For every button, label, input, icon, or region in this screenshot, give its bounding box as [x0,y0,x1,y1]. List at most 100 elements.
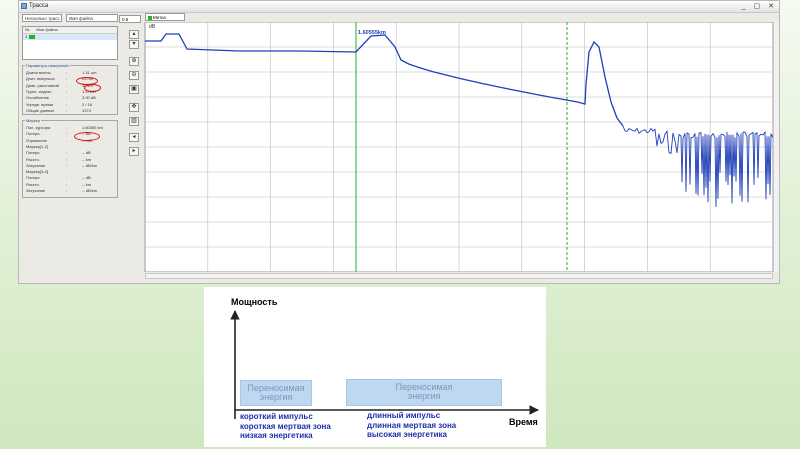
param-row: Диап. расстояний:10 km [26,83,115,89]
param-separator: : [66,101,68,107]
zoom-fit-icon[interactable]: ▣ [129,85,139,94]
horizontal-scrollbar[interactable] [145,273,773,279]
marker-separator: : [66,188,68,193]
param-row: Длит. импульса:25 nm [26,76,115,82]
marker-separator: : [66,162,68,168]
marker-value: -- dB [82,150,91,156]
long-line-2: длинная мертвая зона [367,420,457,430]
param-key: Длит. импульса [26,76,55,82]
short-line-2: короткая мертвая зона [240,421,331,431]
otdr-plot[interactable]: dB 1.60555km [139,22,775,272]
cursor-distance-label: 1.60555km [358,30,386,36]
param-row: Групп. индекс:1.47187 [26,89,115,95]
param-separator: : [66,76,68,82]
col-file-name: Имя файла [36,27,58,32]
marker-key: Отражение [26,137,47,143]
marker-key: Затухание [26,162,46,168]
zoom-out-icon[interactable]: ⊖ [129,71,139,80]
window-controls[interactable]: _ ▢ ✕ [742,2,777,11]
marker-key: Потери [26,131,40,137]
y-axis-label: Мощность [231,297,278,307]
marker-key: Рассто. [26,181,40,187]
window-titlebar: Трасса _ ▢ ✕ [19,1,779,13]
tool-icon[interactable]: ▥ [129,117,139,126]
marker-row: Потери: -- dB [26,150,115,156]
x-axis-label: Время [509,417,538,427]
marker-key: Маркер[3-4] [26,169,49,175]
y-unit-label: dB [149,24,156,30]
marker-row: Потери: -- dB [26,175,115,181]
left-panel: Несколько трасс Имя файла № Имя файла 1 … [22,13,118,281]
marker-row: Рассто.: -- km [26,182,115,188]
long-pulse-caption: длинный импульс длинная мертвая зона выс… [367,411,456,440]
window-title: Трасса [29,3,49,9]
trace-list-header: № Имя файла [23,27,117,34]
param-row: Ослабление: 3.00 dB [26,95,115,101]
short-pulse-caption: короткий импульс короткая мертвая зона н… [240,412,331,441]
file-name-select[interactable]: Имя файла [66,14,118,22]
trace-tab-swatch [148,15,152,20]
marker-value: -- dB/km [82,162,98,168]
marker-key: Потери [26,175,40,181]
marker-group: Маркер Пол. курсора:1.60555 km Потери: -- … [22,118,118,198]
marker-separator: : [66,181,68,187]
trace-tab[interactable]: Метка [145,13,185,21]
marker-separator: : [66,131,68,137]
long-pulse-energy-box: Переносимая энергия [346,379,502,406]
marker-separator: : [66,125,68,130]
param-key: Ослабление [26,95,50,101]
marker-row: Маркер[1-2] [26,144,115,150]
marker-row: Отражение: --- dB [26,138,115,144]
trace-color-swatch [29,34,36,39]
col-number: № [25,27,30,32]
marker-value: -- km [82,181,92,187]
marker-key: Рассто. [26,156,40,162]
app-icon [21,3,27,9]
marker-row: Рассто.: -- km [26,157,115,163]
trace-mode-select[interactable]: Несколько трасс [22,14,62,22]
marker-title: Маркер [25,118,42,123]
nav-arrow-down-icon[interactable]: ▾ [129,40,139,49]
trace-list-row[interactable]: 1 [23,34,117,40]
param-row: Длина волны: 1.31 um [26,70,115,76]
highlight-circle-pulse [84,84,101,92]
trace-list[interactable]: № Имя файла 1 [22,26,118,60]
param-separator: : [66,88,68,94]
short-pulse-energy-label: Переносимая энергия [247,383,305,402]
otdr-window: Трасса _ ▢ ✕ Несколько трасс Имя файла №… [18,0,780,284]
marker-key: Потери [26,150,40,156]
param-value: 2 / 16 [82,101,93,107]
pulse-energy-diagram: Мощность Время Переносимая энергия Перен… [204,287,546,447]
short-line-3: низкая энергетика [240,431,313,440]
marker-row: Пол. курсора: 1.60555 km [26,125,115,131]
long-pulse-energy-label: Переносимая энергия [395,382,453,401]
pan-icon[interactable]: ✥ [129,103,139,112]
marker-key: Маркер[1-2] [26,143,49,149]
param-separator: : [66,70,68,75]
marker-row: Маркер[3-4] [26,169,115,175]
event-icon[interactable]: ◂ [129,133,139,142]
marker-row: Потери: -- dB [26,131,115,137]
event-next-icon[interactable]: ▸ [129,147,139,156]
param-row: Общие данные: 1974 [26,108,115,114]
param-value: 3.00 dB [82,95,96,101]
params-title: Параметры измерений [25,63,70,68]
param-key: Групп. индекс [26,88,52,94]
params-group: Параметры измерений Длина волны:1.31 um Д… [22,63,118,115]
scale-select[interactable]: 0.5 [119,15,141,23]
marker-separator: : [66,150,68,156]
long-line-1: длинный импульс [367,411,441,420]
nav-arrow-up-icon[interactable]: ▴ [129,30,139,39]
vertical-scrollbar[interactable] [773,22,779,272]
row-number: 1 [25,34,28,39]
marker-separator: : [66,137,68,143]
long-line-3: высокая энергетика [367,430,447,439]
trace-tab-label: Метка [153,15,166,20]
param-key: Усредн. время [26,101,53,107]
short-pulse-energy-box: Переносимая энергия [240,380,312,406]
param-separator: : [66,107,68,113]
param-value: 1974 [82,107,91,113]
param-row: Усредн. время: 2 / 16 [26,102,115,108]
zoom-in-icon[interactable]: ⊕ [129,57,139,66]
param-key: Общие данные [26,107,55,113]
